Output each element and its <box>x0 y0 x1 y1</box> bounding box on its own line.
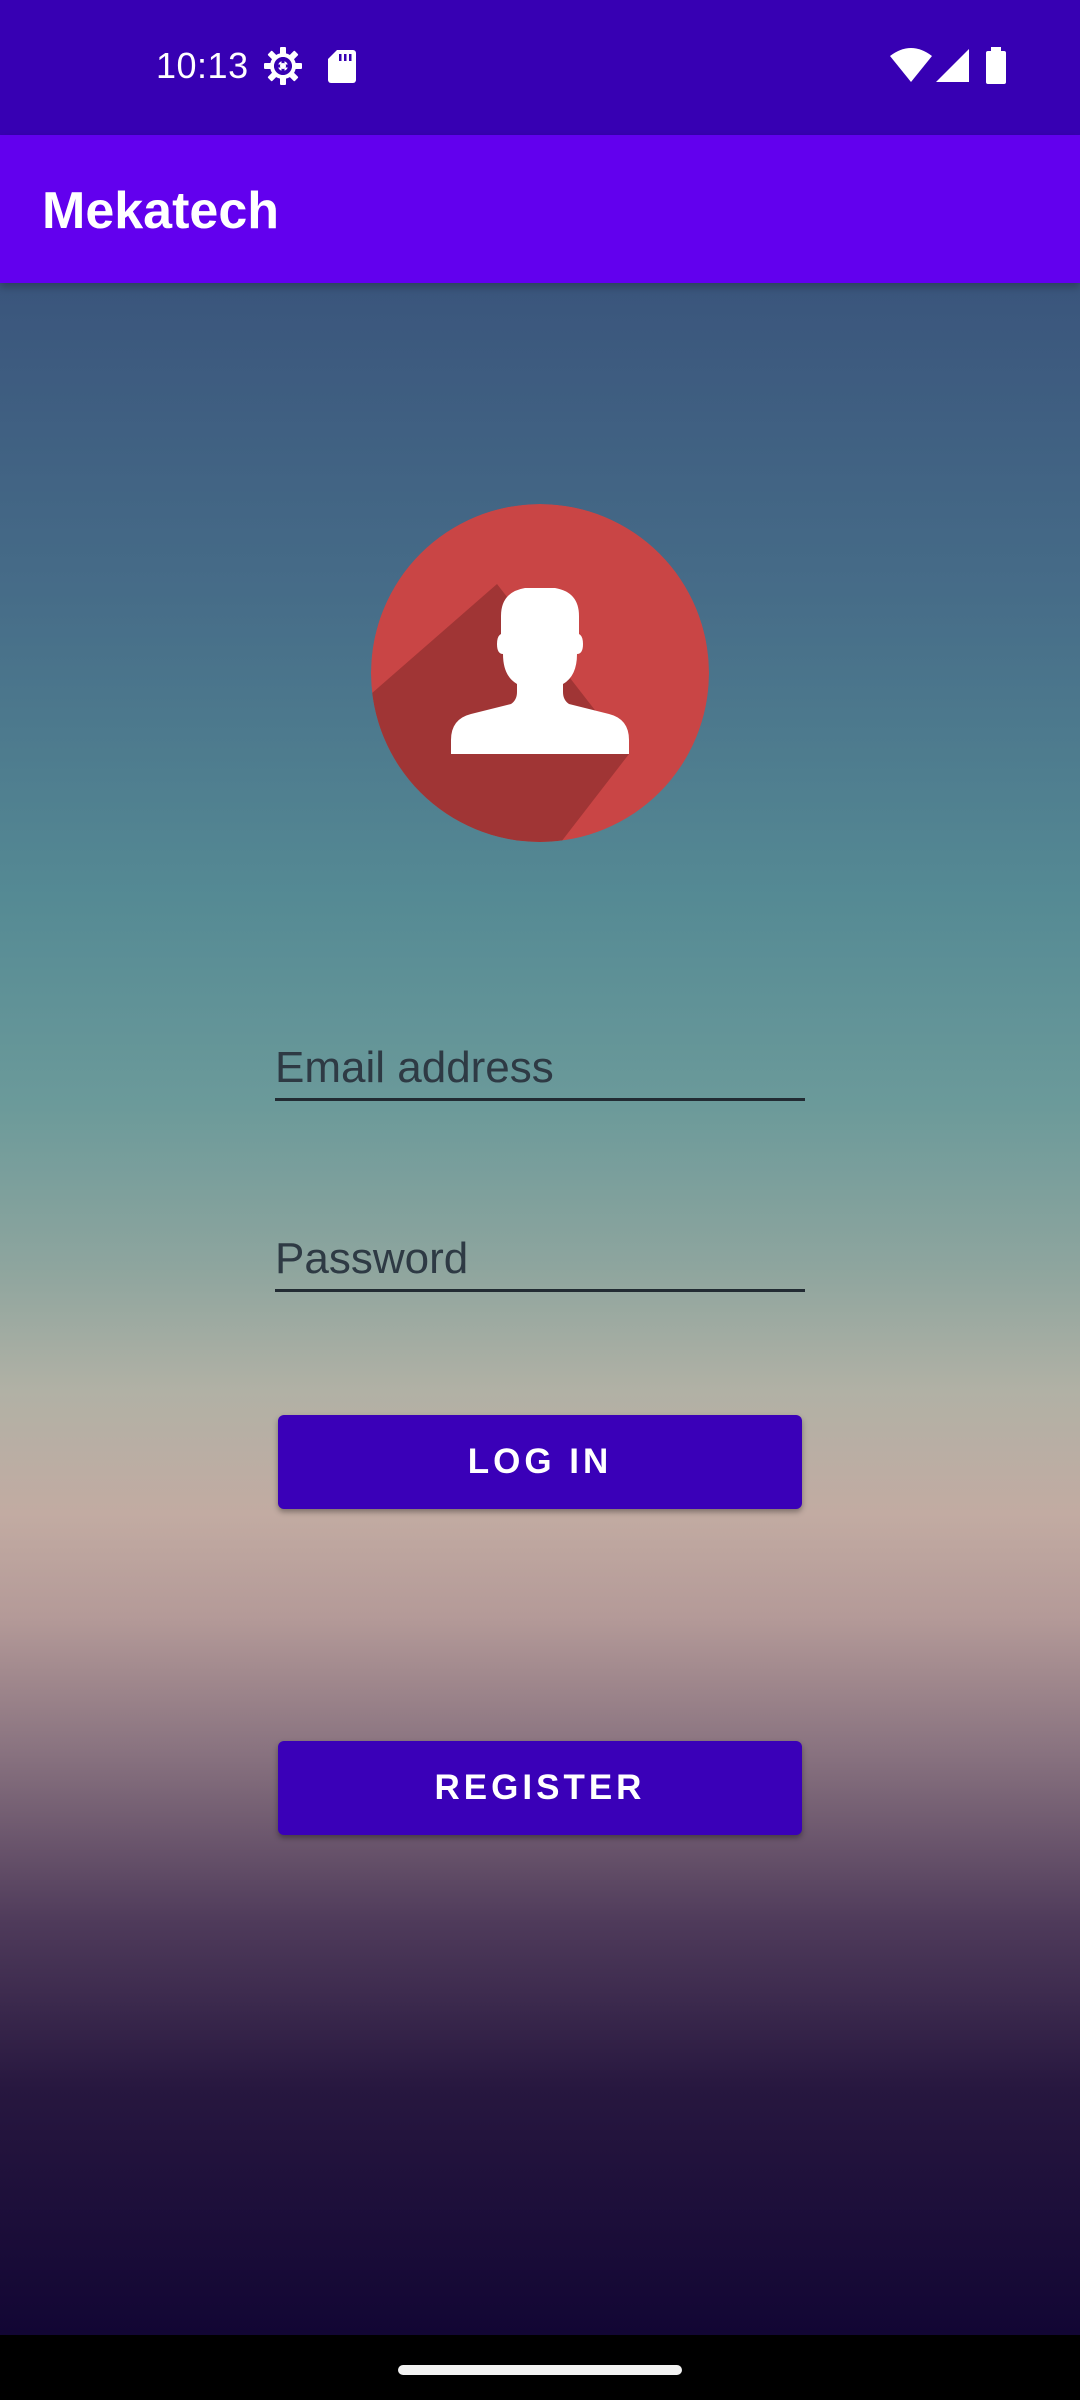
battery-icon <box>983 46 1009 86</box>
navigation-bar <box>0 2335 1080 2400</box>
settings-gear-icon <box>263 46 303 86</box>
email-input[interactable] <box>275 1038 805 1098</box>
login-button[interactable]: LOG IN <box>278 1415 802 1509</box>
email-field[interactable] <box>275 1038 805 1101</box>
home-gesture-handle[interactable] <box>398 2365 682 2375</box>
app-title: Mekatech <box>42 182 279 240</box>
cell-signal-icon <box>935 46 975 86</box>
register-button[interactable]: REGISTER <box>278 1741 802 1835</box>
status-bar: 10:13 <box>0 0 1080 135</box>
user-avatar-icon <box>371 504 709 842</box>
password-input[interactable] <box>275 1229 805 1289</box>
status-time: 10:13 <box>156 45 249 86</box>
app-bar: Mekatech <box>0 135 1080 283</box>
wifi-icon <box>889 46 933 86</box>
password-field[interactable] <box>275 1229 805 1292</box>
login-screen: LOG IN REGISTER <box>0 283 1080 2335</box>
sd-card-icon <box>325 46 365 86</box>
